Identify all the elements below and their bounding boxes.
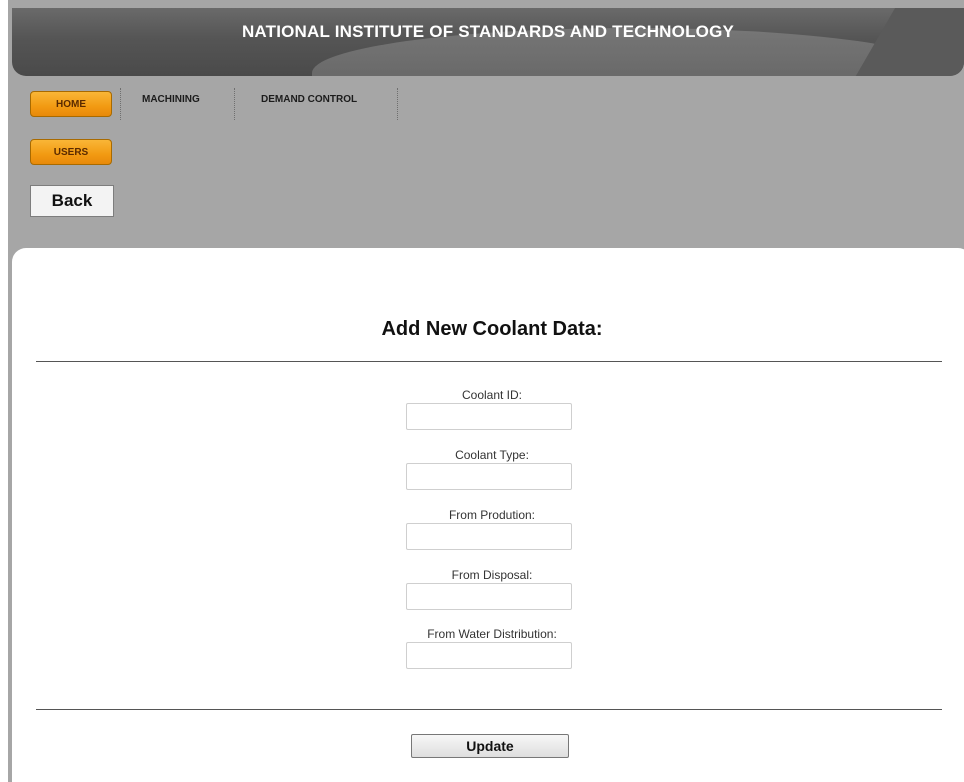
content-panel: Add New Coolant Data: Coolant ID: Coolan… bbox=[12, 248, 964, 782]
back-button[interactable]: Back bbox=[30, 185, 114, 217]
home-button[interactable]: HOME bbox=[30, 91, 112, 117]
demand-control-link[interactable]: DEMAND CONTROL bbox=[261, 94, 357, 105]
machining-link[interactable]: MACHINING bbox=[142, 94, 200, 105]
coolant-id-label: Coolant ID: bbox=[461, 388, 523, 402]
update-button[interactable]: Update bbox=[411, 734, 569, 758]
from-production-label: From Prodution: bbox=[448, 508, 536, 522]
users-button[interactable]: USERS bbox=[30, 139, 112, 165]
site-title: NATIONAL INSTITUTE OF STANDARDS AND TECH… bbox=[241, 22, 735, 41]
divider-bottom bbox=[36, 709, 942, 710]
coolant-type-input[interactable] bbox=[406, 463, 572, 490]
form-title: Add New Coolant Data: bbox=[381, 318, 603, 340]
nav-separator bbox=[120, 88, 121, 120]
from-disposal-input[interactable] bbox=[406, 583, 572, 610]
from-water-distribution-label: From Water Distribution: bbox=[427, 627, 557, 641]
nav-separator bbox=[234, 88, 235, 120]
header-banner: NATIONAL INSTITUTE OF STANDARDS AND TECH… bbox=[12, 8, 964, 76]
from-water-distribution-input[interactable] bbox=[406, 642, 572, 669]
page: NATIONAL INSTITUTE OF STANDARDS AND TECH… bbox=[8, 0, 964, 782]
coolant-type-label: Coolant Type: bbox=[455, 448, 529, 462]
from-production-input[interactable] bbox=[406, 523, 572, 550]
divider-top bbox=[36, 361, 942, 362]
nav-separator bbox=[397, 88, 398, 120]
from-disposal-label: From Disposal: bbox=[451, 568, 533, 582]
coolant-id-input[interactable] bbox=[406, 403, 572, 430]
